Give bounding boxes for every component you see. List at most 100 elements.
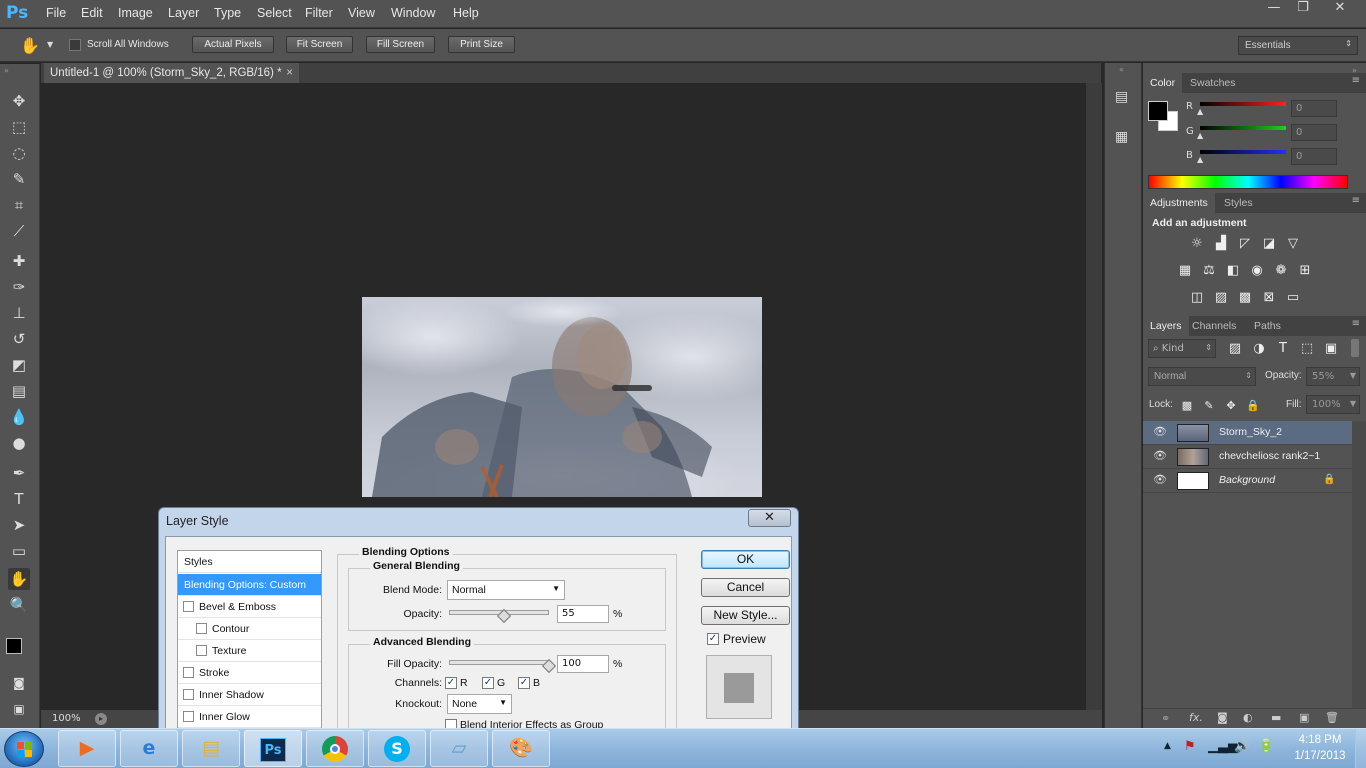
scroll-all-windows-checkbox[interactable] bbox=[69, 39, 81, 51]
print-size-button[interactable]: Print Size bbox=[448, 36, 515, 53]
media-player-icon[interactable]: ▶ bbox=[58, 730, 116, 767]
skype-icon[interactable]: S bbox=[368, 730, 426, 767]
battery-icon[interactable]: 🔋 bbox=[1258, 739, 1274, 754]
menu-edit[interactable]: Edit bbox=[81, 6, 103, 20]
filter-smart-object-icon[interactable]: ▣ bbox=[1322, 341, 1340, 357]
vibrance-icon[interactable]: ▽ bbox=[1284, 236, 1302, 252]
filter-pixel-icon[interactable]: ▨ bbox=[1226, 341, 1244, 357]
style-blending-options[interactable]: Blending Options: Custom bbox=[178, 574, 321, 596]
style-checkbox[interactable] bbox=[183, 689, 194, 700]
volume-icon[interactable]: 🔊 bbox=[1234, 739, 1250, 754]
threshold-icon[interactable]: ▩ bbox=[1236, 290, 1254, 306]
start-button[interactable] bbox=[4, 731, 44, 767]
color-ramp[interactable] bbox=[1148, 175, 1348, 189]
style-checkbox[interactable] bbox=[183, 601, 194, 612]
menu-select[interactable]: Select bbox=[257, 6, 292, 20]
fit-screen-button[interactable]: Fit Screen bbox=[286, 36, 353, 53]
dialog-close-button[interactable]: ✕ bbox=[748, 509, 791, 527]
gradient-tool-icon[interactable]: ▤ bbox=[8, 380, 30, 402]
close-button[interactable]: ✕ bbox=[1322, 0, 1358, 20]
expand-panels-icon[interactable]: « bbox=[1119, 65, 1124, 74]
restore-button[interactable]: ❐ bbox=[1290, 0, 1316, 20]
menu-view[interactable]: View bbox=[348, 6, 375, 20]
color-panel-menu-icon[interactable]: ≡ bbox=[1352, 75, 1360, 86]
lock-all-icon[interactable]: 🔒 bbox=[1244, 398, 1262, 414]
style-checkbox[interactable] bbox=[183, 711, 194, 722]
clone-stamp-tool-icon[interactable]: ⊥ bbox=[8, 302, 30, 324]
menu-help[interactable]: Help bbox=[453, 6, 479, 20]
channel-mixer-icon[interactable]: ❁ bbox=[1272, 263, 1290, 279]
styles-header[interactable]: Styles bbox=[178, 551, 321, 573]
menu-image[interactable]: Image bbox=[118, 6, 153, 20]
menu-filter[interactable]: Filter bbox=[305, 6, 333, 20]
close-tab-icon[interactable]: × bbox=[286, 63, 293, 83]
layer-fill-field[interactable]: 100% ▼ bbox=[1306, 395, 1360, 414]
channel-b-thumb[interactable]: ▲ bbox=[1197, 155, 1203, 164]
ok-button[interactable]: OK bbox=[701, 550, 790, 569]
style-checkbox[interactable] bbox=[183, 667, 194, 678]
channel-r-value[interactable]: 0 bbox=[1291, 100, 1337, 117]
menu-file[interactable]: File bbox=[46, 6, 66, 20]
channel-r-thumb[interactable]: ▲ bbox=[1197, 107, 1203, 116]
notes-app-icon[interactable]: ▱ bbox=[430, 730, 488, 767]
style-stroke[interactable]: Stroke bbox=[178, 662, 321, 684]
add-layer-style-icon[interactable]: fx. bbox=[1189, 711, 1203, 724]
document-tab[interactable]: Untitled-1 @ 100% (Storm_Sky_2, RGB/16) … bbox=[44, 63, 299, 83]
chrome-icon[interactable] bbox=[306, 730, 364, 767]
menu-window[interactable]: Window bbox=[391, 6, 435, 20]
fill-opacity-slider[interactable] bbox=[449, 660, 549, 665]
style-inner-glow[interactable]: Inner Glow bbox=[178, 706, 321, 728]
new-layer-icon[interactable]: ▣ bbox=[1299, 711, 1309, 724]
filter-shape-icon[interactable]: ⬚ bbox=[1298, 341, 1316, 357]
link-layers-icon[interactable]: ⚭ bbox=[1161, 712, 1170, 725]
fill-screen-button[interactable]: Fill Screen bbox=[366, 36, 435, 53]
screen-mode-icon[interactable]: ▣ bbox=[8, 698, 30, 720]
new-group-icon[interactable]: ▬ bbox=[1271, 711, 1281, 724]
posterize-icon[interactable]: ▨ bbox=[1212, 290, 1230, 306]
layer-opacity-field[interactable]: 55% ▼ bbox=[1306, 367, 1360, 386]
eraser-tool-icon[interactable]: ◩ bbox=[8, 354, 30, 376]
filter-type-icon[interactable]: T bbox=[1274, 341, 1292, 357]
style-checkbox[interactable] bbox=[196, 623, 207, 634]
tab-adjustments[interactable]: Adjustments bbox=[1143, 193, 1215, 213]
color-foreground-swatch[interactable] bbox=[1148, 101, 1168, 121]
zoom-level[interactable]: 100% bbox=[52, 710, 81, 728]
clock-time[interactable]: 4:18 PM bbox=[1290, 734, 1350, 746]
marquee-tool-icon[interactable]: ⬚ bbox=[8, 116, 30, 138]
brush-tool-icon[interactable]: ✑ bbox=[8, 276, 30, 298]
channel-b-value[interactable]: 0 bbox=[1291, 148, 1337, 165]
channel-g-checkbox[interactable]: ✓ bbox=[482, 677, 494, 689]
rectangle-tool-icon[interactable]: ▭ bbox=[8, 540, 30, 562]
preview-checkbox[interactable]: ✓ bbox=[707, 633, 719, 645]
style-texture[interactable]: Texture bbox=[178, 640, 321, 662]
curves-icon[interactable]: ◸ bbox=[1236, 236, 1254, 252]
channel-r-slider[interactable] bbox=[1200, 102, 1286, 106]
file-explorer-icon[interactable]: ▤ bbox=[182, 730, 240, 767]
delete-layer-icon[interactable]: 🗑 bbox=[1325, 711, 1339, 724]
quick-mask-icon[interactable]: ◙ bbox=[8, 672, 30, 694]
paint-app-icon[interactable]: 🎨 bbox=[492, 730, 550, 767]
show-desktop-button[interactable] bbox=[1355, 729, 1366, 768]
cancel-button[interactable]: Cancel bbox=[701, 578, 790, 597]
layer-row-chevchelios[interactable]: 👁 chevcheliosc rank2~1 bbox=[1143, 445, 1352, 469]
channel-b-slider[interactable] bbox=[1200, 150, 1286, 154]
color-lookup-icon[interactable]: ⊞ bbox=[1296, 263, 1314, 279]
lock-image-icon[interactable]: ✎ bbox=[1200, 398, 1218, 414]
style-contour[interactable]: Contour bbox=[178, 618, 321, 640]
tab-styles[interactable]: Styles bbox=[1217, 193, 1260, 213]
document-image[interactable] bbox=[362, 297, 762, 497]
gradient-map-icon[interactable]: ▭ bbox=[1284, 290, 1302, 306]
actual-pixels-button[interactable]: Actual Pixels bbox=[192, 36, 274, 53]
black-white-icon[interactable]: ◧ bbox=[1224, 263, 1242, 279]
action-center-icon[interactable]: ⚑ bbox=[1184, 739, 1196, 754]
internet-explorer-icon[interactable]: e bbox=[120, 730, 178, 767]
style-inner-shadow[interactable]: Inner Shadow bbox=[178, 684, 321, 706]
tab-swatches[interactable]: Swatches bbox=[1183, 73, 1243, 93]
clock-date[interactable]: 1/17/2013 bbox=[1285, 750, 1355, 762]
crop-tool-icon[interactable]: ⌗ bbox=[8, 194, 30, 216]
fill-opacity-input[interactable]: 100 bbox=[557, 655, 609, 673]
workspace-select[interactable]: Essentials ⇕ bbox=[1238, 36, 1358, 55]
zoom-tool-icon[interactable]: 🔍 bbox=[8, 594, 30, 616]
properties-panel-icon[interactable]: ▦ bbox=[1115, 129, 1128, 145]
eyedropper-tool-icon[interactable]: ⟋ bbox=[8, 220, 30, 242]
